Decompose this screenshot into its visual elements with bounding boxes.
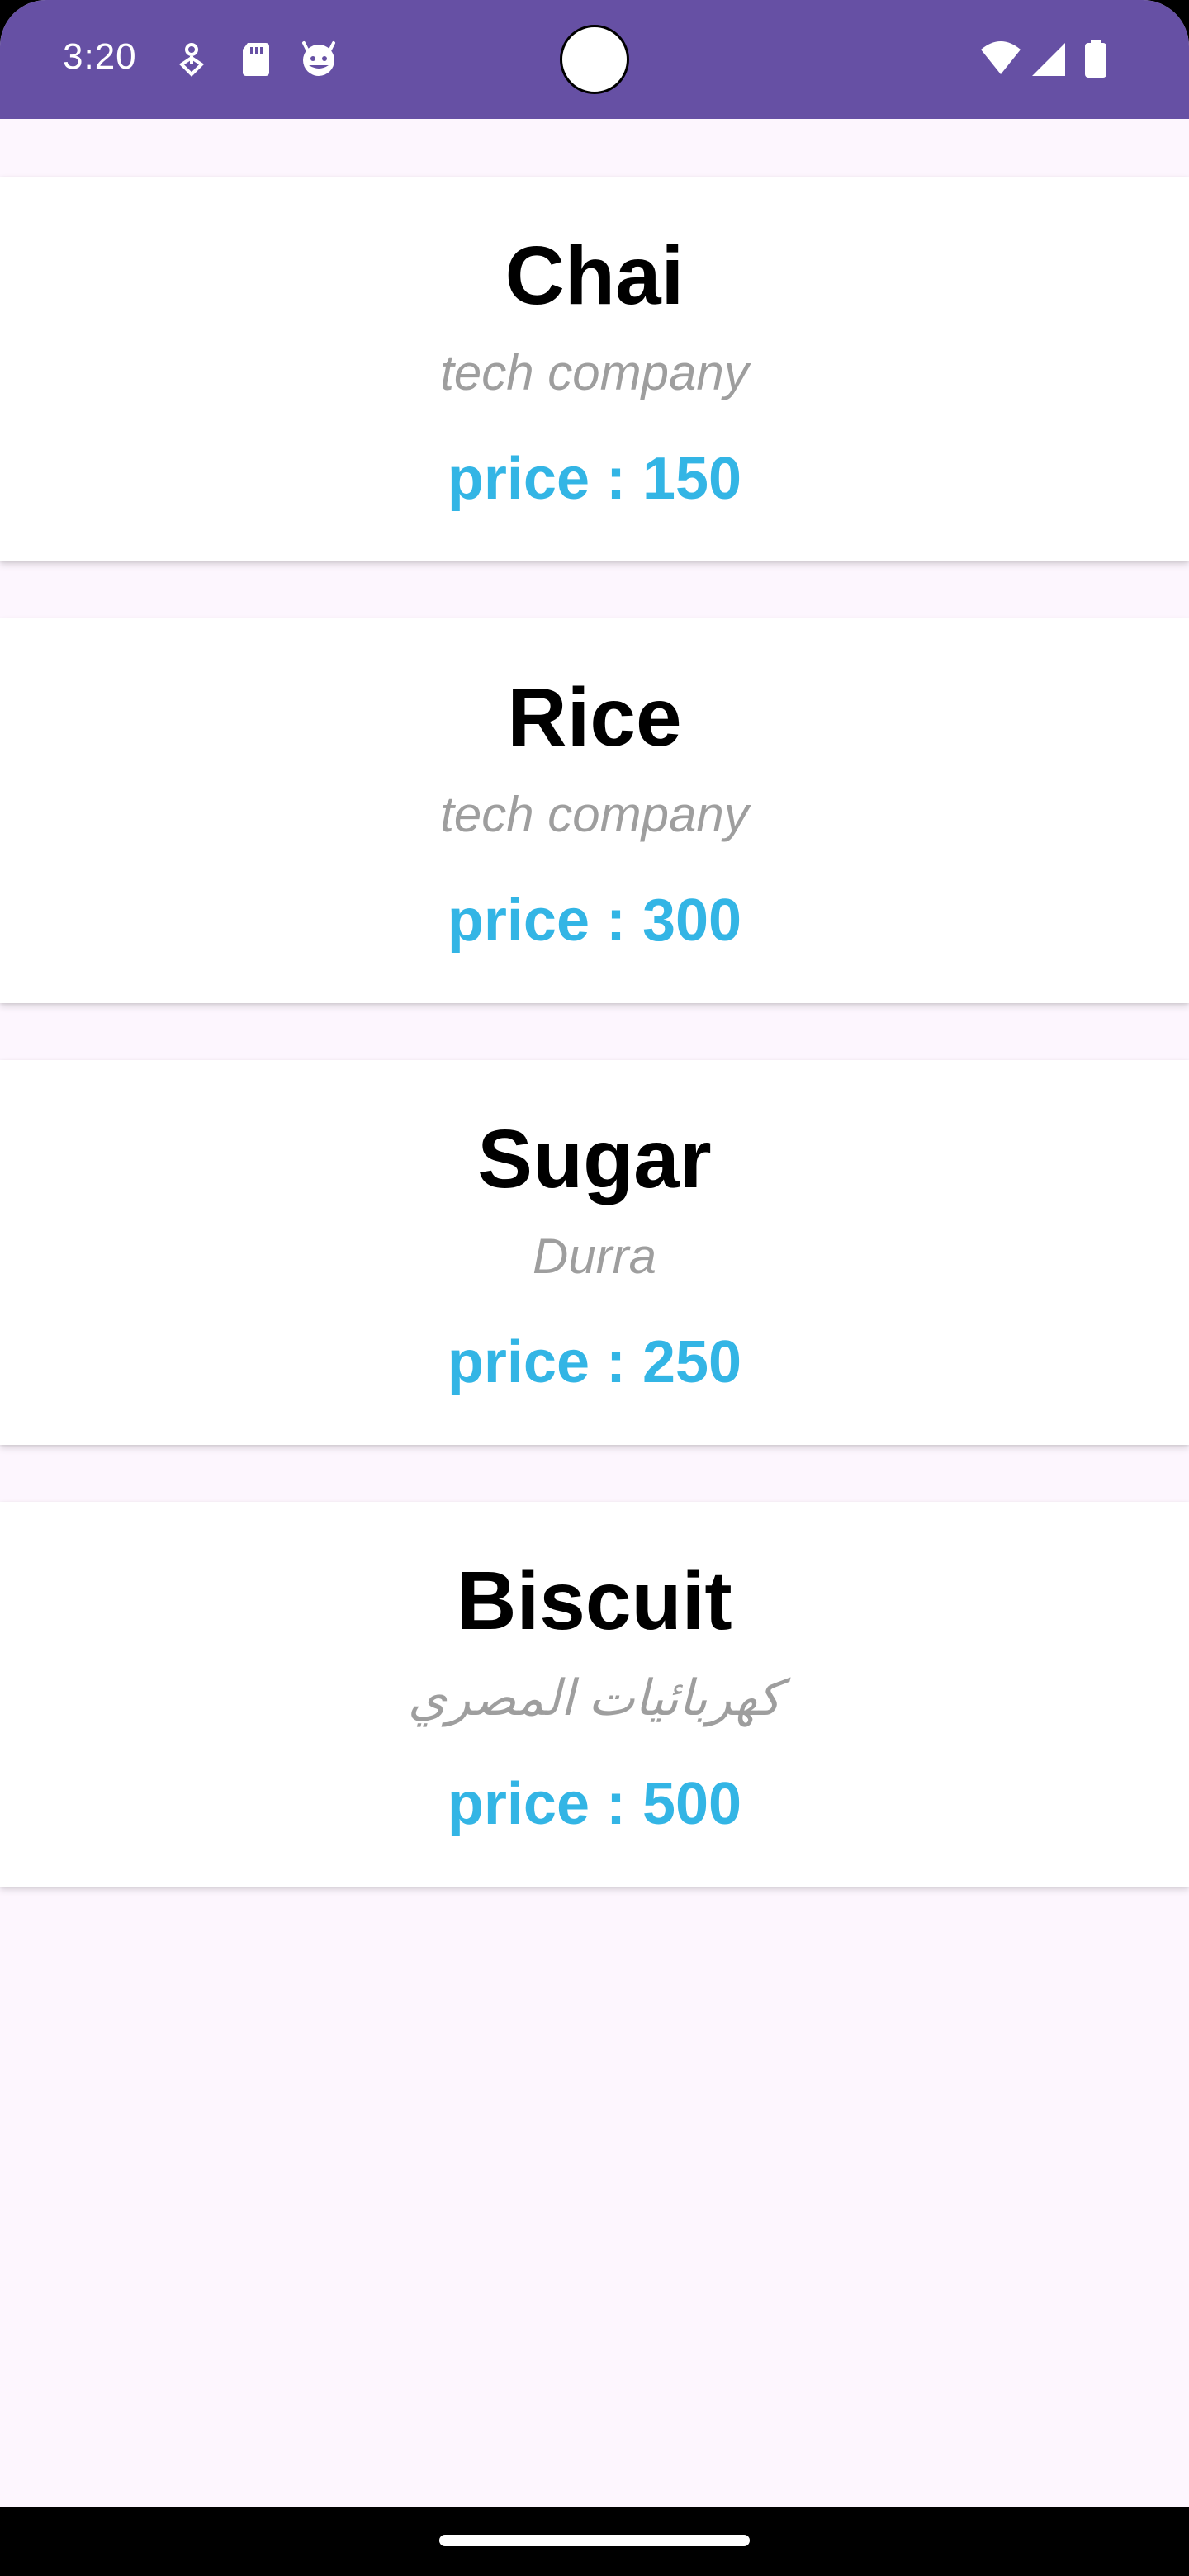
product-company: tech company [440, 787, 749, 842]
product-name: Rice [507, 671, 682, 764]
product-name: Biscuit [457, 1555, 732, 1647]
status-time: 3:20 [63, 36, 137, 77]
product-name: Chai [504, 230, 685, 322]
product-card[interactable]: Rice tech company price : 300 [0, 618, 1189, 1003]
product-company: Durra [532, 1229, 657, 1284]
product-card[interactable]: Biscuit كهربائيات المصري price : 500 [0, 1502, 1189, 1887]
product-card[interactable]: Sugar Durra price : 250 [0, 1060, 1189, 1445]
location-pin-icon [173, 40, 210, 78]
home-indicator[interactable] [439, 2535, 750, 2546]
product-name: Sugar [477, 1113, 712, 1205]
product-price: price : 300 [447, 888, 742, 954]
product-company: tech company [440, 345, 749, 400]
camera-cutout [560, 25, 629, 94]
signal-icon [1030, 40, 1067, 78]
app-screen: 3:20 Chai tech company price: 150 Rice … [0, 0, 1189, 2507]
product-price: price : 500 [447, 1771, 742, 1837]
sd-card-icon [238, 40, 274, 78]
product-price: price : 250 [447, 1329, 742, 1395]
product-price: price : 150 [447, 446, 742, 512]
product-card[interactable]: Chai tech company price : 150 [0, 177, 1189, 561]
product-company: كهربائيات المصري [407, 1670, 782, 1726]
wifi-icon [979, 40, 1022, 78]
battery-icon [1083, 40, 1108, 78]
status-bar: 3:20 [0, 0, 1189, 119]
android-face-icon [301, 40, 337, 78]
